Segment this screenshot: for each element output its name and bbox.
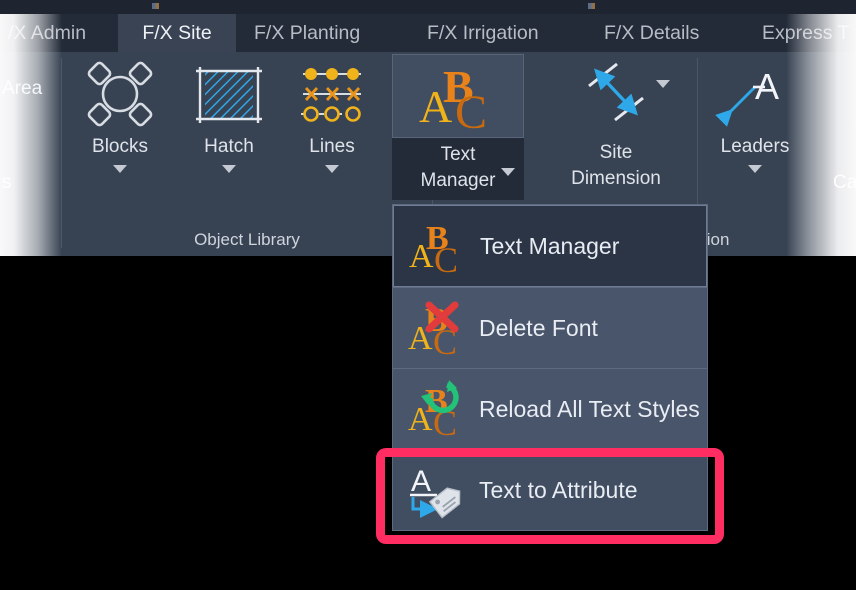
- ribbon-tab-fx-planting[interactable]: F/X Planting: [240, 14, 374, 52]
- ribbon-button-label-leaders: Leaders: [720, 136, 790, 157]
- ribbon-tab-bar: /X Admin F/X Site F/X Planting F/X Irrig…: [0, 14, 856, 53]
- blackout-left: [0, 256, 392, 590]
- menu-item-text-manager[interactable]: A B C Text Manager: [393, 205, 707, 287]
- ribbon-tab-fx-details[interactable]: F/X Details: [590, 14, 713, 52]
- ribbon-button-label-blocks: Blocks: [92, 136, 148, 157]
- lines-icon: [282, 54, 382, 134]
- ghost-text-s: s: [2, 172, 12, 193]
- menu-item-label-text-manager: Text Manager: [480, 232, 620, 259]
- menu-item-delete-font[interactable]: A B C Delete Font: [393, 288, 707, 368]
- top-toolbar-strip: [0, 0, 856, 15]
- site-dimension-icon: [536, 54, 696, 138]
- toolbar-speck: [152, 3, 159, 9]
- ribbon-tab-fx-admin[interactable]: /X Admin: [0, 14, 100, 52]
- ribbon-button-blocks[interactable]: Blocks: [66, 54, 174, 173]
- ribbon-tab-express-tools[interactable]: Express T: [748, 14, 856, 52]
- panel-label-object-library: Object Library: [194, 230, 300, 249]
- blackout-bottom: [0, 544, 856, 590]
- chevron-down-icon[interactable]: [656, 80, 670, 88]
- menu-item-reload-all-text-styles[interactable]: A B C Reload All Text Styles: [393, 369, 707, 449]
- ribbon-button-lines[interactable]: Lines: [282, 54, 382, 173]
- text-manager-dropdown-menu: A B C Text Manager A B C: [392, 204, 708, 531]
- svg-text:C: C: [455, 86, 487, 132]
- abc-reload-icon: A B C: [407, 378, 469, 443]
- chevron-down-icon[interactable]: [325, 165, 339, 173]
- chevron-down-icon[interactable]: [222, 165, 236, 173]
- text-to-attribute-icon: A: [407, 459, 469, 521]
- ghost-text-ca: Ca: [833, 172, 856, 193]
- toolbar-speck: [588, 3, 595, 9]
- panel-label-annotation: tion: [702, 230, 730, 249]
- svg-text:A: A: [411, 465, 431, 498]
- leaders-icon: A: [700, 54, 810, 134]
- ribbon-button-text-manager[interactable]: A B C Text Manager: [392, 54, 524, 200]
- ribbon-button-label-site: Site: [599, 142, 633, 163]
- abc-icon: A B C: [408, 215, 470, 280]
- ribbon-button-text-manager-dropdown[interactable]: Text Manager: [392, 138, 524, 200]
- svg-text:C: C: [434, 240, 458, 277]
- ribbon-button-leaders[interactable]: A Leaders: [700, 54, 810, 173]
- abc-icon[interactable]: A B C: [392, 54, 524, 138]
- ribbon-button-site-dimension-labels: Site Dimension: [536, 80, 696, 192]
- ribbon-button-label-dimension: Dimension: [571, 168, 661, 189]
- chevron-down-icon[interactable]: [113, 165, 127, 173]
- chevron-down-icon[interactable]: [748, 165, 762, 173]
- ribbon-button-label-text: Text: [440, 144, 476, 165]
- ghost-text-area: Area: [2, 78, 43, 99]
- menu-item-label-delete-font: Delete Font: [479, 314, 598, 341]
- blackout-right: [708, 256, 856, 590]
- ribbon-button-hatch[interactable]: Hatch: [175, 54, 283, 173]
- blocks-icon: [66, 54, 174, 134]
- menu-item-label-text-to-attribute: Text to Attribute: [479, 476, 638, 503]
- hatch-icon: [175, 54, 283, 134]
- ribbon-button-label-lines: Lines: [309, 136, 355, 157]
- ribbon-button-label-hatch: Hatch: [204, 136, 254, 157]
- menu-item-text-to-attribute[interactable]: A Text to Attribute: [393, 450, 707, 530]
- menu-item-label-reload-all-text-styles: Reload All Text Styles: [479, 395, 700, 422]
- ribbon-button-site-dimension[interactable]: Site Dimension: [536, 54, 696, 192]
- screenshot-root: /X Admin F/X Site F/X Planting F/X Irrig…: [0, 0, 856, 590]
- abc-delete-icon: A B C: [407, 297, 469, 362]
- ribbon-tab-fx-irrigation[interactable]: F/X Irrigation: [413, 14, 553, 52]
- ribbon-tab-fx-site[interactable]: F/X Site: [118, 14, 236, 52]
- chevron-down-icon[interactable]: [501, 168, 515, 176]
